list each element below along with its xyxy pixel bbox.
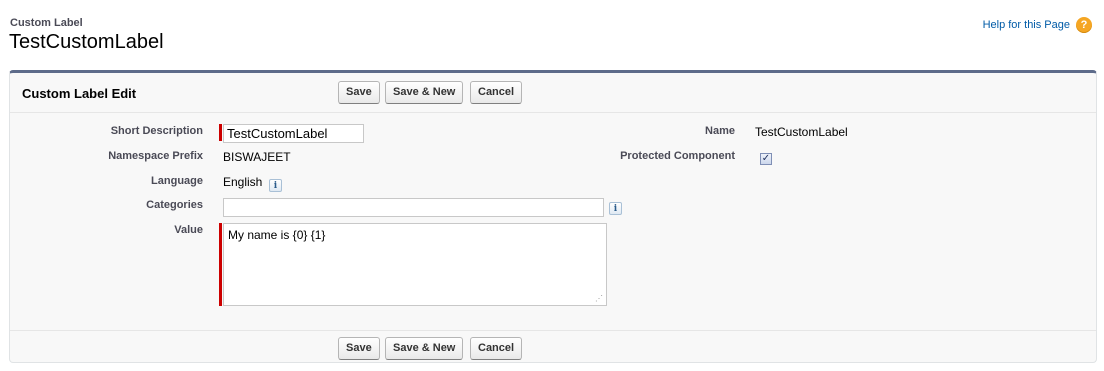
value-label: Value [174,224,203,236]
namespace-prefix-value: BISWAJEET [223,150,291,164]
page-title-type: Custom Label [10,17,83,29]
protected-component-checkbox[interactable]: ✓ [760,153,772,165]
help-link[interactable]: Help for this Page [983,19,1070,31]
info-icon[interactable]: i [609,202,622,215]
name-value: TestCustomLabel [755,125,848,139]
namespace-prefix-label: Namespace Prefix [108,150,203,162]
footer-divider [10,330,1096,331]
name-label: Name [705,125,735,137]
save-button-bottom[interactable]: Save [338,337,380,360]
cancel-button-bottom[interactable]: Cancel [470,337,523,360]
block-title: Custom Label Edit [22,86,137,101]
help-link-container[interactable]: Help for this Page ? [983,17,1092,33]
short-description-label: Short Description [110,125,203,137]
protected-component-label: Protected Component [620,150,735,162]
categories-input[interactable] [223,198,604,217]
required-indicator [219,223,222,306]
short-description-input[interactable] [223,124,364,143]
save-and-new-button-bottom[interactable]: Save & New [385,337,464,360]
required-indicator [219,124,222,141]
cancel-button-top[interactable]: Cancel [470,81,523,104]
save-button-top[interactable]: Save [338,81,380,104]
info-icon[interactable]: i [269,179,282,192]
save-and-new-button-top[interactable]: Save & New [385,81,464,104]
language-label: Language [151,175,203,187]
categories-label: Categories [146,199,203,211]
page-title: TestCustomLabel [9,31,164,53]
question-mark-icon[interactable]: ? [1076,17,1092,33]
resize-grip-icon[interactable]: ⋰ [595,294,603,303]
value-textarea[interactable]: My name is {0} {1} [223,223,607,306]
language-value: English [223,175,263,189]
custom-label-edit-block: Custom Label Edit Save Save & New Cancel… [9,70,1097,363]
header-divider [10,112,1096,113]
